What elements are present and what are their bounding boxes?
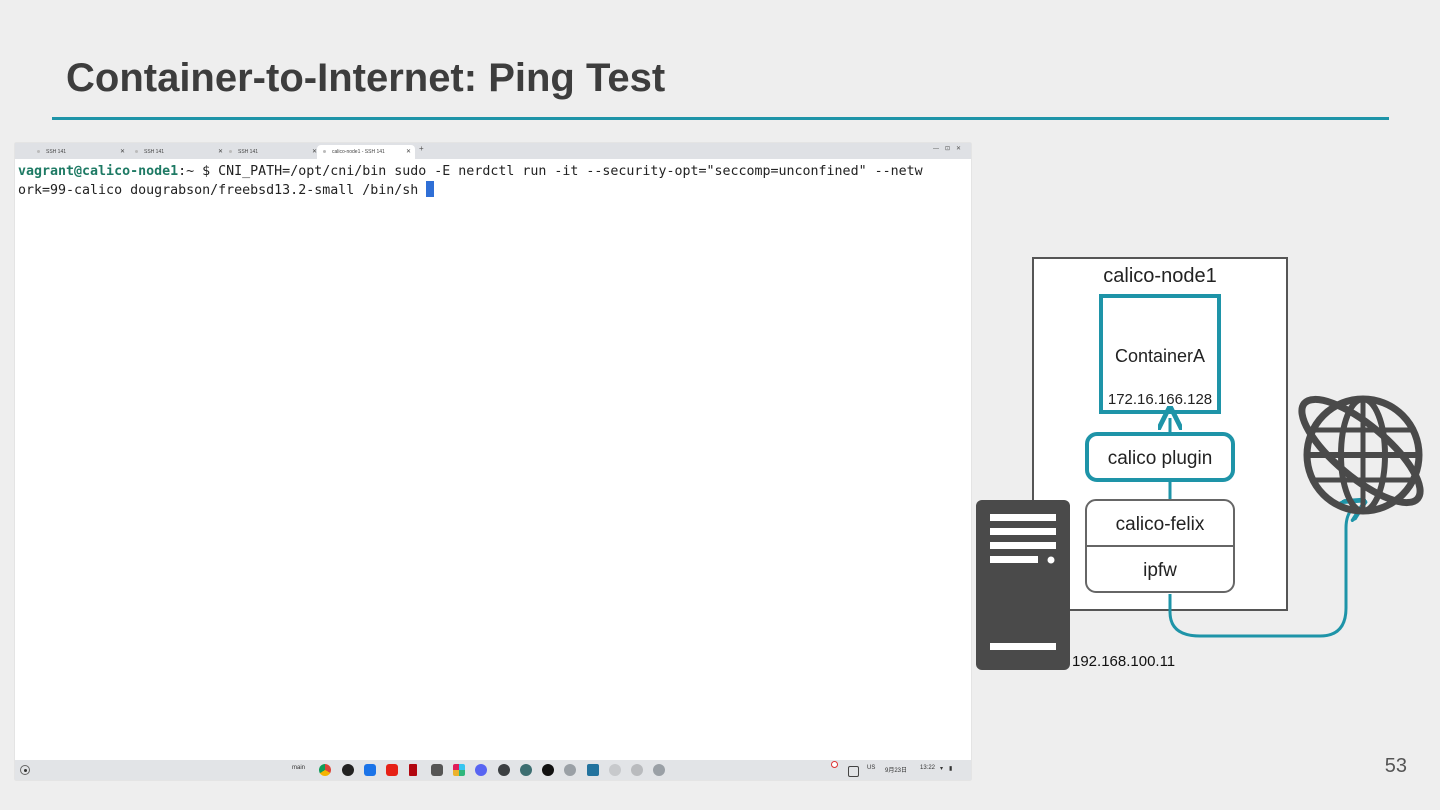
- container-ip: 172.16.166.128: [1108, 391, 1212, 408]
- terminal-output[interactable]: vagrant@calico-node1:~ $ CNI_PATH=/opt/c…: [18, 162, 923, 200]
- tab-favicon-icon: [37, 150, 40, 154]
- network-diagram: calico-node1 ContainerA 172.16.166.128 c…: [976, 257, 1424, 670]
- minimize-icon[interactable]: —: [933, 146, 945, 152]
- prompt-path: :~ $: [178, 164, 219, 179]
- ipfw-label: ipfw: [1143, 560, 1177, 581]
- tab-label: SSH 141: [46, 149, 67, 155]
- wifi-icon: ▾: [940, 766, 944, 772]
- command-line-2: ork=99-calico dougrabson/freebsd13.2-sma…: [18, 183, 427, 198]
- security-icon[interactable]: [431, 764, 443, 776]
- node-label: calico-node1: [1103, 265, 1216, 287]
- maximize-icon[interactable]: ⊡: [945, 146, 956, 152]
- tab-label: SSH 141: [238, 149, 259, 155]
- terminal-cursor: [426, 181, 435, 197]
- tab-ssh-2[interactable]: SSH 141 ✕: [129, 145, 227, 159]
- command-line-1: CNI_PATH=/opt/cni/bin sudo -E nerdctl ru…: [218, 164, 923, 179]
- netflix-icon[interactable]: [409, 764, 417, 776]
- settings-icon[interactable]: [653, 764, 665, 776]
- calico-felix-label: calico-felix: [1116, 514, 1205, 535]
- window-controls[interactable]: —⊡✕: [933, 145, 967, 152]
- extension-icon[interactable]: [564, 764, 576, 776]
- discord-icon[interactable]: [475, 764, 487, 776]
- vscode-icon[interactable]: [587, 764, 599, 776]
- tab-favicon-icon: [229, 150, 232, 154]
- github-icon[interactable]: [542, 764, 554, 776]
- title-divider: [52, 117, 1389, 120]
- shelf-label: main: [292, 765, 306, 771]
- slide-title: Container-to-Internet: Ping Test: [66, 56, 666, 100]
- tab-favicon-icon: [323, 150, 326, 154]
- tab-favicon-icon: [135, 150, 138, 154]
- container-name: ContainerA: [1115, 346, 1205, 366]
- tab-calico-node1[interactable]: calico-node1 - SSH 141 ✕: [317, 145, 415, 159]
- tab-ssh-1[interactable]: SSH 141 ✕: [31, 145, 129, 159]
- screen-capture-icon[interactable]: [848, 766, 859, 777]
- close-window-icon[interactable]: ✕: [956, 146, 967, 152]
- close-icon[interactable]: ✕: [120, 145, 125, 159]
- host-ip-label: 192.168.100.11: [1072, 653, 1175, 670]
- tab-label: SSH 141: [144, 149, 165, 155]
- battery-icon: ▮: [949, 766, 953, 772]
- files-icon[interactable]: [364, 764, 376, 776]
- globe-icon: [1298, 395, 1424, 515]
- clock-display[interactable]: 13:22: [920, 765, 935, 771]
- prompt-user: vagrant@calico-node1: [18, 164, 179, 179]
- code-icon[interactable]: [520, 764, 532, 776]
- recording-icon[interactable]: [831, 761, 838, 768]
- terminal-icon[interactable]: [498, 764, 510, 776]
- terminal-screenshot: SSH 141 ✕ SSH 141 ✕ SSH 141 ✕ calico-node1 …: [15, 143, 971, 780]
- page-number: 53: [1384, 755, 1407, 777]
- taskbar: main US 9月23日 13:22 ▾ ▮: [15, 760, 971, 780]
- new-tab-button[interactable]: +: [419, 144, 424, 153]
- tab-label: calico-node1 - SSH 141: [332, 149, 385, 155]
- plus-icon[interactable]: [609, 764, 621, 776]
- chrome-icon[interactable]: [319, 764, 331, 776]
- server-icon: [976, 500, 1070, 670]
- tab-ssh-3[interactable]: SSH 141 ✕: [223, 145, 321, 159]
- close-icon[interactable]: ✕: [406, 145, 411, 159]
- app-icon[interactable]: [631, 764, 643, 776]
- tab-bar: SSH 141 ✕ SSH 141 ✕ SSH 141 ✕ calico-node1 …: [15, 143, 971, 159]
- gnome-icon[interactable]: [342, 764, 354, 776]
- input-language[interactable]: US: [867, 765, 875, 771]
- calico-plugin-label: calico plugin: [1108, 448, 1213, 469]
- date-display[interactable]: 9月23日: [885, 765, 907, 774]
- slack-icon[interactable]: [453, 764, 465, 776]
- launcher-icon[interactable]: [20, 765, 30, 775]
- youtube-icon[interactable]: [386, 764, 398, 776]
